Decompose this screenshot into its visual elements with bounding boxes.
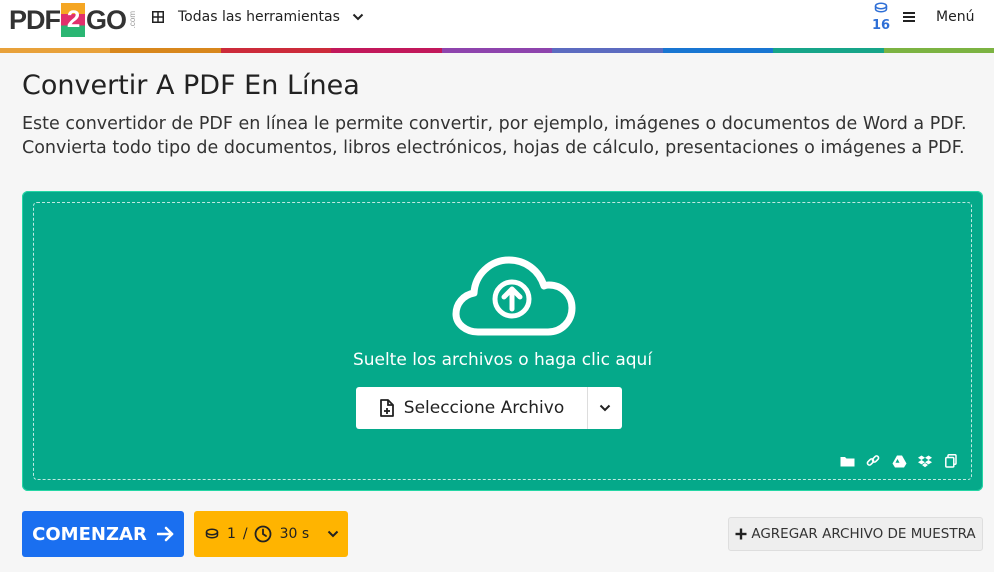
logo-text-pdf: PDF <box>9 4 61 35</box>
cost-separator: / <box>242 526 248 542</box>
chevron-down-icon <box>599 404 611 412</box>
file-add-icon <box>379 399 394 417</box>
cost-credits: 1 <box>227 526 236 542</box>
chevron-down-icon <box>327 530 339 538</box>
menu-button[interactable]: Menú <box>903 9 974 25</box>
stripe-segment <box>552 48 663 53</box>
credits-indicator[interactable]: 16 <box>872 2 890 33</box>
hamburger-icon <box>903 12 915 22</box>
dropbox-icon[interactable] <box>917 453 933 469</box>
link-icon[interactable] <box>865 453 881 469</box>
stripe-segment <box>331 48 442 53</box>
top-navbar: PDF 2 GO .com Todas las herramientas 16 … <box>0 0 994 48</box>
pdf2go-logo[interactable]: PDF 2 GO .com <box>9 2 137 38</box>
credits-count: 16 <box>872 18 891 33</box>
logo-text-com: .com <box>128 11 138 29</box>
page-title: Convertir A PDF En Línea <box>22 70 360 101</box>
select-source-dropdown[interactable] <box>587 387 622 429</box>
conversion-cost-dropdown[interactable]: 1 / 30 s <box>194 511 348 557</box>
cost-time: 30 s <box>279 526 310 542</box>
select-file-label: Seleccione Archivo <box>403 398 565 418</box>
plus-icon <box>735 528 747 540</box>
google-drive-icon[interactable] <box>891 453 907 469</box>
coin-icon <box>205 528 219 539</box>
arrow-right-icon <box>156 526 174 542</box>
stripe-segment <box>220 48 332 53</box>
grid-icon <box>152 11 164 23</box>
color-stripe-bar <box>0 48 994 53</box>
chevron-down-icon <box>352 13 364 21</box>
add-sample-file-button[interactable]: AGREGAR ARCHIVO DE MUESTRA <box>728 517 983 551</box>
stripe-segment <box>773 48 884 53</box>
stripe-segment <box>110 48 221 53</box>
clipboard-icon[interactable] <box>943 453 959 469</box>
upload-sources <box>839 453 959 469</box>
logo-text-go: GO <box>86 4 127 35</box>
page-description: Este convertidor de PDF en línea le perm… <box>22 114 967 158</box>
all-tools-label: Todas las herramientas <box>178 9 340 25</box>
logo-text-2: 2 <box>61 3 85 37</box>
select-file-button-group: Seleccione Archivo <box>356 387 622 429</box>
clock-icon <box>254 525 272 543</box>
select-file-button[interactable]: Seleccione Archivo <box>356 387 587 429</box>
dropzone-dashed-area[interactable]: Suelte los archivos o haga clic aquí Sel… <box>33 202 972 480</box>
drop-instruction: Suelte los archivos o haga clic aquí <box>352 350 653 370</box>
stripe-segment <box>0 48 111 53</box>
coins-icon <box>874 2 888 13</box>
folder-icon[interactable] <box>839 453 855 469</box>
stripe-segment <box>662 48 774 53</box>
cloud-upload-icon <box>452 256 576 336</box>
add-sample-label: AGREGAR ARCHIVO DE MUESTRA <box>751 526 976 542</box>
file-dropzone[interactable]: Suelte los archivos o haga clic aquí Sel… <box>22 191 983 491</box>
start-button[interactable]: COMENZAR <box>22 511 184 557</box>
start-label: COMENZAR <box>32 523 147 545</box>
stripe-segment <box>883 48 994 53</box>
menu-label: Menú <box>936 9 975 25</box>
all-tools-dropdown[interactable]: Todas las herramientas <box>152 9 364 25</box>
stripe-segment <box>441 48 553 53</box>
